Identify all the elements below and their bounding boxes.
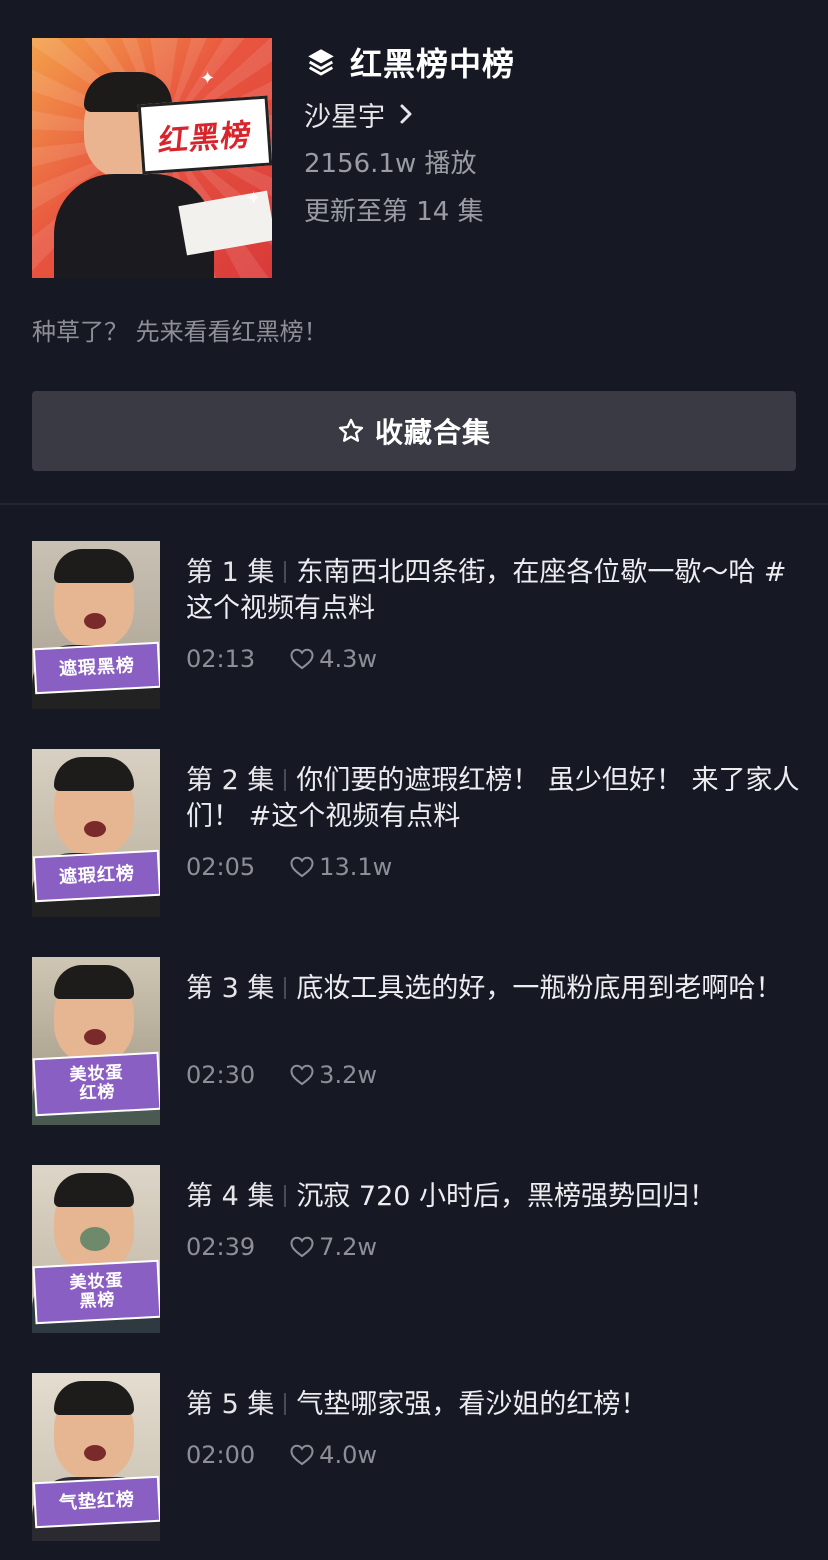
thumbnail-mouth bbox=[84, 1445, 106, 1461]
episode-meta: 02:00 4.0w bbox=[186, 1441, 377, 1469]
episode-title[interactable]: 第 5 集气垫哪家强，看沙姐的红榜！ bbox=[186, 1387, 806, 1423]
layers-icon bbox=[308, 49, 334, 76]
episode-number: 第 1 集 bbox=[186, 557, 275, 588]
episode-caption: 沉寂 720 小时后，黑榜强势回归！ bbox=[296, 1181, 717, 1212]
episode-meta: 02:13 4.3w bbox=[186, 645, 377, 673]
episode-number: 第 4 集 bbox=[186, 1181, 275, 1212]
thumbnail-mouth bbox=[84, 821, 106, 837]
episode-title[interactable]: 第 2 集你们要的遮瑕红榜！ 虽少但好！ 来了家人们！ #这个视频有点料 bbox=[186, 763, 806, 835]
episode-thumbnail[interactable]: 气垫红榜 bbox=[32, 1373, 160, 1541]
episode-item-3[interactable]: 美妆蛋 红榜 第 3 集底妆工具选的好，一瓶粉底用到老啊哈！ 02:30 3.2… bbox=[32, 957, 802, 1125]
heart-outline-icon bbox=[290, 1444, 314, 1466]
sparkle-icon: ✦ bbox=[200, 68, 216, 89]
heart-outline-icon bbox=[290, 648, 314, 670]
thumbnail-banner: 遮瑕红榜 bbox=[34, 851, 160, 901]
collection-cover[interactable]: 红黑榜 ✦ ✦ bbox=[32, 38, 272, 278]
episode-thumbnail[interactable]: 美妆蛋 黑榜 bbox=[32, 1165, 160, 1333]
thumbnail-banner-text: 遮瑕黑榜 bbox=[58, 655, 136, 681]
episode-meta: 02:30 3.2w bbox=[186, 1061, 377, 1089]
thumbnail-hair bbox=[54, 549, 134, 583]
cover-sign-text: 红黑榜 bbox=[156, 117, 253, 160]
thumbnail-hair bbox=[54, 1173, 134, 1207]
episode-duration: 02:13 bbox=[186, 645, 256, 673]
episode-thumbnail[interactable]: 遮瑕黑榜 bbox=[32, 541, 160, 709]
episode-separator bbox=[284, 561, 287, 583]
episode-likes: 4.3w bbox=[319, 645, 377, 673]
title-row: 红黑榜中榜 bbox=[304, 40, 515, 84]
thumbnail-banner-text: 气垫红榜 bbox=[58, 1489, 136, 1515]
episode-duration: 02:39 bbox=[186, 1233, 256, 1261]
collection-info: 红黑榜中榜 沙星宇 2156.1w 播放 更新至第 14 集 bbox=[304, 38, 515, 232]
episode-title[interactable]: 第 4 集沉寂 720 小时后，黑榜强势回归！ bbox=[186, 1179, 806, 1215]
heart-outline-icon bbox=[290, 1236, 314, 1258]
star-outline-icon bbox=[338, 418, 364, 442]
episode-caption: 气垫哪家强，看沙姐的红榜！ bbox=[296, 1389, 648, 1420]
collect-button[interactable]: 收藏合集 bbox=[32, 391, 796, 471]
episode-title[interactable]: 第 1 集东南西北四条街，在座各位歇一歇～哈 #这个视频有点料 bbox=[186, 555, 806, 627]
episode-item-1[interactable]: 遮瑕黑榜 第 1 集东南西北四条街，在座各位歇一歇～哈 #这个视频有点料 02:… bbox=[32, 541, 802, 709]
episode-likes: 3.2w bbox=[319, 1061, 377, 1089]
section-divider bbox=[0, 503, 828, 505]
episode-meta: 02:39 7.2w bbox=[186, 1233, 377, 1261]
episode-likes: 4.0w bbox=[319, 1441, 377, 1469]
episode-caption: 你们要的遮瑕红榜！ 虽少但好！ 来了家人们！ #这个视频有点料 bbox=[186, 765, 800, 832]
thumbnail-mouth bbox=[84, 1029, 106, 1045]
episode-item-4[interactable]: 美妆蛋 黑榜 第 4 集沉寂 720 小时后，黑榜强势回归！ 02:39 7.2… bbox=[32, 1165, 802, 1333]
episode-thumbnail[interactable]: 遮瑕红榜 bbox=[32, 749, 160, 917]
episode-text[interactable]: 第 2 集你们要的遮瑕红榜！ 虽少但好！ 来了家人们！ #这个视频有点料 bbox=[186, 763, 806, 835]
episode-text[interactable]: 第 3 集底妆工具选的好，一瓶粉底用到老啊哈！ bbox=[186, 971, 806, 1007]
play-count: 2156.1w 播放 bbox=[304, 149, 477, 179]
episode-separator bbox=[284, 1393, 287, 1415]
thumbnail-banner: 美妆蛋 红榜 bbox=[34, 1053, 160, 1115]
episode-number: 第 3 集 bbox=[186, 973, 275, 1004]
cover-sign: 红黑榜 bbox=[137, 95, 272, 175]
heart-outline-icon bbox=[290, 1064, 314, 1086]
episode-duration: 02:30 bbox=[186, 1061, 256, 1089]
chevron-right-icon[interactable] bbox=[399, 103, 413, 125]
collect-button-label: 收藏合集 bbox=[374, 416, 491, 449]
episode-duration: 02:00 bbox=[186, 1441, 256, 1469]
episode-text[interactable]: 第 1 集东南西北四条街，在座各位歇一歇～哈 #这个视频有点料 bbox=[186, 555, 806, 627]
thumbnail-banner-text: 黑榜 bbox=[78, 1290, 116, 1312]
episode-likes: 13.1w bbox=[319, 853, 393, 881]
thumbnail-sponge bbox=[80, 1227, 110, 1251]
episode-text[interactable]: 第 5 集气垫哪家强，看沙姐的红榜！ bbox=[186, 1387, 806, 1423]
episode-separator bbox=[284, 769, 287, 791]
thumbnail-hair bbox=[54, 965, 134, 999]
episode-number: 第 2 集 bbox=[186, 765, 275, 796]
thumbnail-banner: 气垫红榜 bbox=[34, 1477, 160, 1527]
thumbnail-banner-text: 红榜 bbox=[78, 1082, 116, 1104]
collection-description: 种草了？ 先来看看红黑榜！ bbox=[32, 318, 328, 346]
thumbnail-banner: 遮瑕黑榜 bbox=[34, 643, 160, 693]
episode-caption: 东南西北四条街，在座各位歇一歇～哈 #这个视频有点料 bbox=[186, 557, 787, 624]
author-name[interactable]: 沙星宇 bbox=[304, 95, 385, 134]
author-link[interactable]: 沙星宇 bbox=[304, 94, 515, 134]
episode-meta: 02:05 13.1w bbox=[186, 853, 392, 881]
sparkle-icon: ✦ bbox=[246, 188, 262, 209]
episode-number: 第 5 集 bbox=[186, 1389, 275, 1420]
episode-duration: 02:05 bbox=[186, 853, 256, 881]
episode-caption: 底妆工具选的好，一瓶粉底用到老啊哈！ bbox=[296, 973, 783, 1004]
episode-thumbnail[interactable]: 美妆蛋 红榜 bbox=[32, 957, 160, 1125]
collection-title: 红黑榜中榜 bbox=[350, 45, 516, 83]
episode-text[interactable]: 第 4 集沉寂 720 小时后，黑榜强势回归！ bbox=[186, 1179, 806, 1215]
thumbnail-banner: 美妆蛋 黑榜 bbox=[34, 1261, 160, 1323]
episode-separator bbox=[284, 1185, 287, 1207]
collection-header: 红黑榜 ✦ ✦ 红黑榜中榜 沙星宇 2156.1w 播放 更新至第 14 集 bbox=[32, 38, 796, 280]
thumbnail-hair bbox=[54, 1381, 134, 1415]
thumbnail-mouth bbox=[84, 613, 106, 629]
heart-outline-icon bbox=[290, 856, 314, 878]
episode-title[interactable]: 第 3 集底妆工具选的好，一瓶粉底用到老啊哈！ bbox=[186, 971, 806, 1007]
episode-item-5[interactable]: 气垫红榜 第 5 集气垫哪家强，看沙姐的红榜！ 02:00 4.0w bbox=[32, 1373, 802, 1541]
thumbnail-hair bbox=[54, 757, 134, 791]
thumbnail-banner-text: 遮瑕红榜 bbox=[58, 863, 136, 889]
update-status: 更新至第 14 集 bbox=[304, 197, 484, 227]
episode-separator bbox=[284, 977, 287, 999]
episode-likes: 7.2w bbox=[319, 1233, 377, 1261]
episode-item-2[interactable]: 遮瑕红榜 第 2 集你们要的遮瑕红榜！ 虽少但好！ 来了家人们！ #这个视频有点… bbox=[32, 749, 802, 917]
